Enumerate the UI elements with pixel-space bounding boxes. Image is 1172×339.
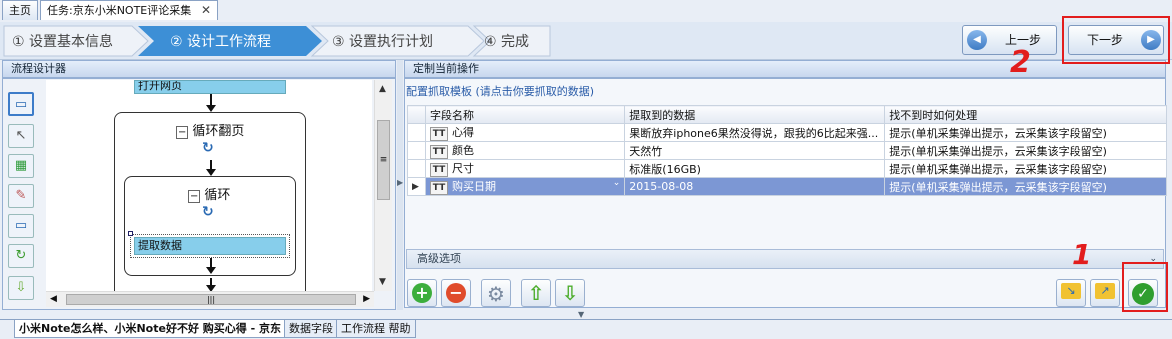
extracted-data: 2015-08-08 bbox=[624, 177, 886, 196]
tab-browser-page[interactable]: 小米Note怎么样、小米Note好不好 购买心得 - 京东 bbox=[14, 320, 287, 338]
chevron-left-icon: ◀ bbox=[967, 30, 987, 50]
annotation-number: 1 bbox=[1072, 238, 1092, 271]
tab-task-label: 任务:京东小米NOTE评论采集 bbox=[47, 4, 192, 17]
collapse-icon[interactable]: − bbox=[176, 126, 189, 139]
annotation-number: 2 bbox=[1010, 45, 1031, 80]
vertical-scrollbar[interactable]: ▲ ≡ ▼ bbox=[374, 80, 392, 291]
flow-arrow bbox=[206, 94, 216, 112]
text-type-icon: TT bbox=[429, 181, 448, 195]
horizontal-scrollbar[interactable]: ◀ ||| ▶ bbox=[46, 291, 374, 307]
table-header: 字段名称 提取到的数据 找不到时如何处理 bbox=[407, 105, 1167, 124]
not-found-handling: 提示(单机采集弹出提示，云采集该字段留空) bbox=[884, 159, 1167, 178]
remove-field-button[interactable]: − bbox=[441, 279, 471, 307]
advanced-options-bar[interactable]: 高级选项 ⌄ bbox=[406, 249, 1164, 269]
text-type-icon: TT bbox=[429, 145, 448, 159]
step-finish[interactable]: ④ 完成 bbox=[484, 28, 529, 56]
text-type-icon: TT bbox=[429, 163, 448, 177]
table-row-selected[interactable]: ▶ TT 购买日期 ⌄ 2015-08-08 提示(单机采集弹出提示，云采集该字段留… bbox=[407, 177, 1167, 196]
tab-workflow-help[interactable]: 工作流程 帮助 bbox=[336, 320, 416, 338]
folder-import-icon: ↘ bbox=[1061, 283, 1081, 299]
not-found-handling: 提示(单机采集弹出提示，云采集该字段留空) bbox=[884, 177, 1167, 196]
current-operation-title: 定制当前操作 bbox=[404, 60, 1166, 78]
column-header-not-found-handling[interactable]: 找不到时如何处理 bbox=[884, 105, 1167, 124]
scrollbar-thumb[interactable]: ≡ bbox=[377, 120, 390, 200]
flow-arrow bbox=[206, 160, 216, 176]
folder-export-icon: ↗ bbox=[1095, 283, 1115, 299]
loop-tool-icon[interactable]: ↻ bbox=[8, 244, 34, 268]
fields-table: 字段名称 提取到的数据 找不到时如何处理 TT 心得 果断放弃iphone6果然没… bbox=[407, 105, 1167, 196]
import-template-button[interactable]: ↘ bbox=[1056, 279, 1086, 307]
flow-designer-title: 流程设计器 bbox=[2, 60, 396, 78]
column-header-field-name[interactable]: 字段名称 bbox=[424, 105, 626, 124]
advanced-options-label: 高级选项 bbox=[417, 252, 461, 265]
extracted-data: 果断放弃iphone6果然没得说，跟我的6比起来强... bbox=[624, 123, 886, 142]
table-row[interactable]: TT 颜色 天然竹 提示(单机采集弹出提示，云采集该字段留空) bbox=[407, 141, 1167, 160]
step-basic-info[interactable]: ① 设置基本信息 bbox=[12, 28, 113, 56]
field-name: 心得 bbox=[451, 126, 474, 139]
field-name[interactable]: 购买日期 bbox=[452, 180, 496, 193]
dropdown-tool-icon[interactable]: ▭ bbox=[8, 214, 34, 238]
node-extract-data[interactable]: 提取数据 bbox=[134, 237, 286, 255]
loop-page-label: 循环翻页 bbox=[192, 124, 245, 139]
row-indicator-header bbox=[407, 105, 426, 124]
loop-label: 循环 bbox=[204, 188, 231, 203]
add-field-button[interactable]: + bbox=[407, 279, 437, 307]
node-open-page[interactable]: 打开网页 bbox=[134, 80, 286, 94]
text-type-icon: TT bbox=[429, 127, 448, 141]
annotation-box-confirm bbox=[1122, 262, 1168, 312]
move-up-button[interactable]: ⇧ bbox=[521, 279, 551, 307]
selection-handle[interactable] bbox=[128, 231, 133, 236]
step-design-workflow[interactable]: ② 设计工作流程 bbox=[170, 28, 271, 56]
export-template-button[interactable]: ↗ bbox=[1090, 279, 1120, 307]
loop-page-header: − 循环翻页 bbox=[176, 120, 244, 139]
loop-refresh-icon: ↻ bbox=[202, 204, 214, 220]
extracted-data: 标准版(16GB) bbox=[624, 159, 886, 178]
not-found-handling: 提示(单机采集弹出提示，云采集该字段留空) bbox=[884, 141, 1167, 160]
collapse-icon[interactable]: − bbox=[188, 190, 201, 203]
loop-refresh-icon: ↻ bbox=[202, 140, 214, 156]
column-header-extracted-data[interactable]: 提取到的数据 bbox=[624, 105, 886, 124]
field-settings-button[interactable]: ⚙ bbox=[481, 279, 511, 307]
tab-home[interactable]: 主页 bbox=[2, 0, 38, 20]
row-pointer-icon: ▶ bbox=[407, 177, 426, 196]
template-hint: 配置抓取模板 (请点击你要抓取的数据) bbox=[406, 85, 595, 98]
flow-arrow bbox=[206, 258, 216, 274]
plus-icon: + bbox=[412, 283, 432, 303]
step-schedule[interactable]: ③ 设置执行计划 bbox=[332, 28, 433, 56]
field-name: 尺寸 bbox=[451, 162, 474, 175]
chevron-down-icon[interactable]: ⌄ bbox=[613, 179, 621, 189]
flow-arrow bbox=[206, 278, 216, 291]
collapse-handle-icon[interactable]: ▼ bbox=[578, 310, 584, 319]
tab-task[interactable]: 任务:京东小米NOTE评论采集 ✕ bbox=[40, 0, 218, 20]
arrow-up-icon: ⇧ bbox=[527, 281, 545, 305]
not-found-handling: 提示(单机采集弹出提示，云采集该字段留空) bbox=[884, 123, 1167, 142]
cursor-tool-icon[interactable]: ↖ bbox=[8, 124, 34, 148]
extracted-data: 天然竹 bbox=[624, 141, 886, 160]
gear-icon: ⚙ bbox=[487, 282, 505, 306]
move-down-button[interactable]: ⇩ bbox=[555, 279, 585, 307]
extract-table-tool-icon[interactable]: ▦ bbox=[8, 154, 34, 178]
minus-icon: − bbox=[446, 283, 466, 303]
annotation-box-next bbox=[1062, 16, 1170, 64]
table-row[interactable]: TT 心得 果断放弃iphone6果然没得说，跟我的6比起来强... 提示(单机采… bbox=[407, 123, 1167, 142]
close-icon[interactable]: ✕ bbox=[201, 1, 211, 20]
loop-header: − 循环 bbox=[188, 184, 230, 203]
table-row[interactable]: TT 尺寸 标准版(16GB) 提示(单机采集弹出提示，云采集该字段留空) bbox=[407, 159, 1167, 178]
open-page-tool-icon[interactable]: ▭ bbox=[8, 92, 34, 116]
splitter[interactable]: ▶ bbox=[397, 60, 403, 310]
scrollbar-thumb[interactable]: ||| bbox=[66, 294, 356, 305]
tab-data-fields[interactable]: 数据字段 bbox=[284, 320, 338, 338]
tab-home-label: 主页 bbox=[9, 4, 31, 17]
arrow-down-icon: ⇩ bbox=[561, 281, 579, 305]
field-name: 颜色 bbox=[451, 144, 474, 157]
flow-canvas: 打开网页 − 循环翻页 ↻ − 循环 ↻ 提取数据 bbox=[46, 80, 372, 291]
branch-tool-icon[interactable]: ⇩ bbox=[8, 276, 34, 300]
input-text-tool-icon[interactable]: ✎ bbox=[8, 184, 34, 208]
